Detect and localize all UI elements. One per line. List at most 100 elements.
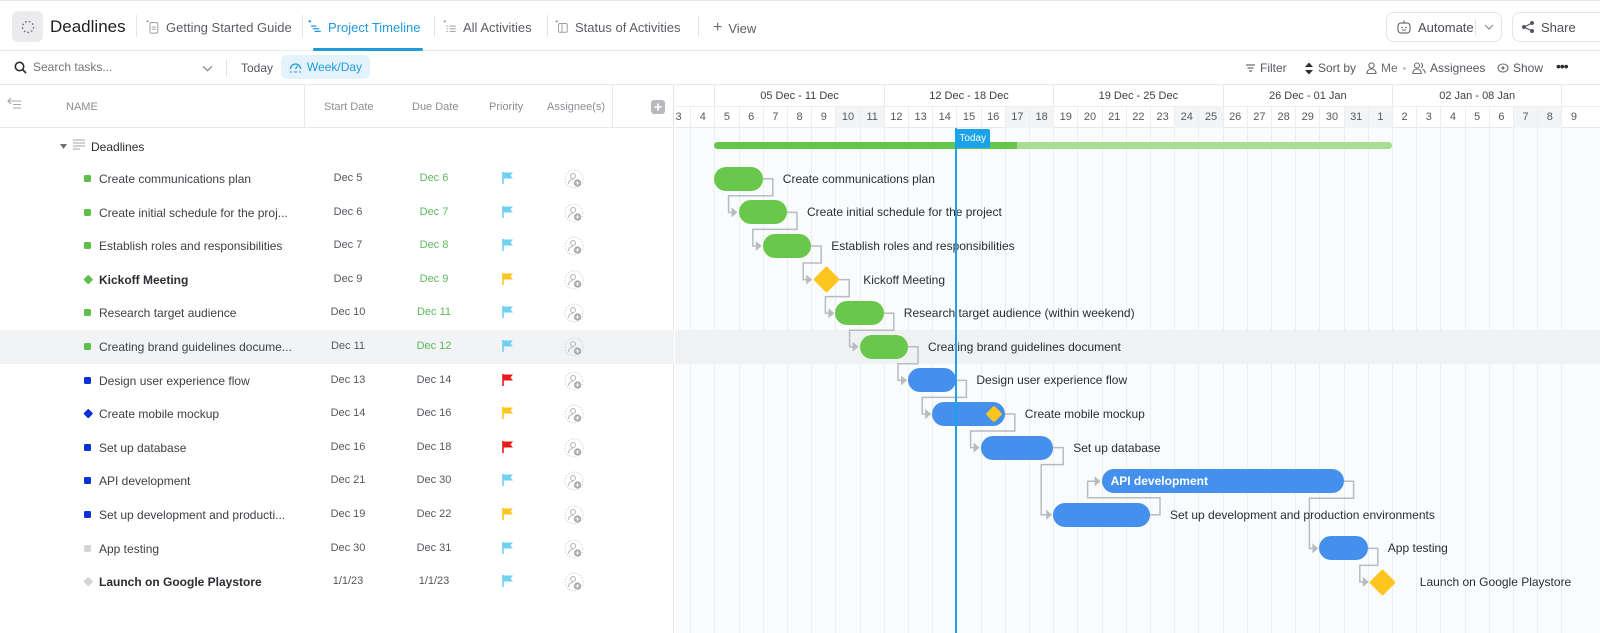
- column-header-assignees[interactable]: Assignee(s): [547, 101, 605, 113]
- show-button[interactable]: Show: [1497, 61, 1543, 75]
- assignees-filter-button[interactable]: Assignees: [1412, 61, 1485, 75]
- add-assignee-icon[interactable]: [564, 303, 584, 323]
- priority-flag-icon[interactable]: [501, 339, 515, 353]
- priority-flag-icon[interactable]: [501, 541, 515, 555]
- start-date[interactable]: Dec 5: [318, 172, 378, 184]
- status-marker-icon[interactable]: [84, 242, 91, 250]
- due-date[interactable]: Dec 6: [404, 172, 464, 184]
- task-row[interactable]: Establish roles and responsibilities Dec…: [0, 229, 674, 263]
- tab-status-of-activities[interactable]: Status of Activities: [555, 18, 681, 36]
- week-day-scale-button[interactable]: Week/Day: [281, 55, 370, 79]
- status-marker-icon[interactable]: [84, 511, 91, 518]
- add-assignee-icon[interactable]: [564, 236, 584, 256]
- priority-flag-icon[interactable]: [501, 473, 515, 487]
- status-marker-icon[interactable]: [83, 576, 93, 587]
- status-marker-icon[interactable]: [84, 309, 91, 317]
- sort-button[interactable]: Sort by: [1304, 61, 1356, 75]
- task-row[interactable]: Research target audience Dec 10 Dec 11: [0, 296, 674, 330]
- task-name[interactable]: Create communications plan: [99, 172, 251, 186]
- share-button[interactable]: Share: [1512, 12, 1600, 42]
- due-date[interactable]: Dec 30: [404, 474, 464, 486]
- due-date[interactable]: Dec 14: [404, 374, 464, 386]
- status-marker-icon[interactable]: [84, 208, 91, 216]
- search-input[interactable]: [33, 60, 193, 74]
- task-bar[interactable]: [980, 435, 1054, 460]
- task-bar[interactable]: [738, 200, 787, 225]
- add-assignee-icon[interactable]: [564, 371, 584, 391]
- add-assignee-icon[interactable]: [564, 169, 584, 189]
- due-date[interactable]: Dec 12: [404, 340, 464, 352]
- due-date[interactable]: Dec 8: [404, 239, 464, 251]
- task-row[interactable]: Create communications plan Dec 5 Dec 6: [0, 162, 674, 196]
- add-view-button[interactable]: + View: [713, 19, 756, 37]
- task-name[interactable]: Creating brand guidelines docume...: [99, 340, 292, 354]
- task-name[interactable]: Kickoff Meeting: [99, 273, 188, 287]
- tab-getting-started-guide[interactable]: Getting Started Guide: [146, 18, 292, 36]
- due-date[interactable]: Dec 16: [404, 407, 464, 419]
- column-header-name[interactable]: NAME: [66, 101, 98, 113]
- chevron-down-icon[interactable]: [1484, 22, 1494, 32]
- add-assignee-icon[interactable]: [564, 438, 584, 458]
- add-assignee-icon[interactable]: [564, 539, 584, 559]
- task-bar[interactable]: API development: [1101, 469, 1344, 494]
- due-date[interactable]: Dec 9: [404, 273, 464, 285]
- column-header-due-date[interactable]: Due Date: [412, 101, 458, 113]
- priority-flag-icon[interactable]: [501, 373, 515, 387]
- task-row[interactable]: API development Dec 21 Dec 30: [0, 464, 674, 498]
- status-marker-icon[interactable]: [84, 343, 91, 350]
- start-date[interactable]: Dec 13: [318, 374, 378, 386]
- milestone-diamond[interactable]: [985, 405, 1003, 423]
- task-bar[interactable]: [835, 301, 884, 326]
- search-dropdown-chevron-icon[interactable]: [202, 63, 213, 74]
- status-marker-icon[interactable]: [84, 443, 91, 451]
- task-name[interactable]: Design user experience flow: [99, 374, 250, 388]
- caret-down-icon[interactable]: [60, 144, 67, 149]
- tab-project-timeline[interactable]: Project Timeline: [308, 18, 420, 36]
- start-date[interactable]: Dec 21: [318, 474, 378, 486]
- priority-flag-icon[interactable]: [501, 305, 515, 319]
- start-date[interactable]: Dec 7: [318, 239, 378, 251]
- due-date[interactable]: Dec 31: [404, 542, 464, 554]
- task-row[interactable]: Set up development and producti... Dec 1…: [0, 498, 674, 532]
- task-bar[interactable]: [908, 368, 957, 393]
- start-date[interactable]: Dec 16: [318, 441, 378, 453]
- priority-flag-icon[interactable]: [501, 406, 515, 420]
- column-header-priority[interactable]: Priority: [489, 101, 523, 113]
- task-row[interactable]: Launch on Google Playstore 1/1/23 1/1/23: [0, 565, 674, 599]
- task-name[interactable]: Create mobile mockup: [99, 407, 219, 421]
- status-marker-icon[interactable]: [83, 274, 93, 284]
- add-assignee-icon[interactable]: [564, 572, 584, 592]
- add-assignee-icon[interactable]: [564, 203, 584, 223]
- add-assignee-icon[interactable]: [564, 505, 584, 525]
- start-date[interactable]: Dec 30: [318, 542, 378, 554]
- status-marker-icon[interactable]: [84, 376, 91, 384]
- add-assignee-icon[interactable]: [564, 404, 584, 424]
- priority-flag-icon[interactable]: [501, 574, 515, 588]
- task-row[interactable]: Create mobile mockup Dec 14 Dec 16: [0, 397, 674, 431]
- task-bar[interactable]: [932, 402, 1005, 426]
- me-filter-button[interactable]: Me: [1366, 61, 1398, 75]
- task-row[interactable]: Kickoff Meeting Dec 9 Dec 9: [0, 263, 674, 297]
- priority-flag-icon[interactable]: [501, 507, 515, 521]
- start-date[interactable]: Dec 9: [318, 273, 378, 285]
- add-assignee-icon[interactable]: [564, 270, 584, 290]
- task-name[interactable]: Research target audience: [99, 306, 236, 320]
- due-date[interactable]: Dec 7: [404, 206, 464, 218]
- status-marker-icon[interactable]: [84, 175, 91, 182]
- automate-button[interactable]: Automate: [1386, 12, 1502, 42]
- task-name[interactable]: Set up development and producti...: [99, 508, 285, 522]
- search-box[interactable]: [14, 60, 193, 74]
- task-bar[interactable]: [762, 234, 812, 258]
- status-marker-icon[interactable]: [84, 477, 91, 485]
- priority-flag-icon[interactable]: [501, 238, 515, 252]
- task-bar[interactable]: [1319, 536, 1368, 561]
- due-date[interactable]: Dec 11: [404, 306, 464, 318]
- space-icon-button[interactable]: [12, 11, 43, 42]
- task-name[interactable]: Establish roles and responsibilities: [99, 239, 282, 253]
- today-button[interactable]: Today: [241, 61, 273, 75]
- task-name[interactable]: API development: [99, 474, 190, 488]
- start-date[interactable]: Dec 19: [318, 508, 378, 520]
- filter-button[interactable]: Filter: [1245, 61, 1287, 75]
- status-marker-icon[interactable]: [83, 408, 93, 419]
- task-row[interactable]: Create initial schedule for the proj... …: [0, 196, 674, 230]
